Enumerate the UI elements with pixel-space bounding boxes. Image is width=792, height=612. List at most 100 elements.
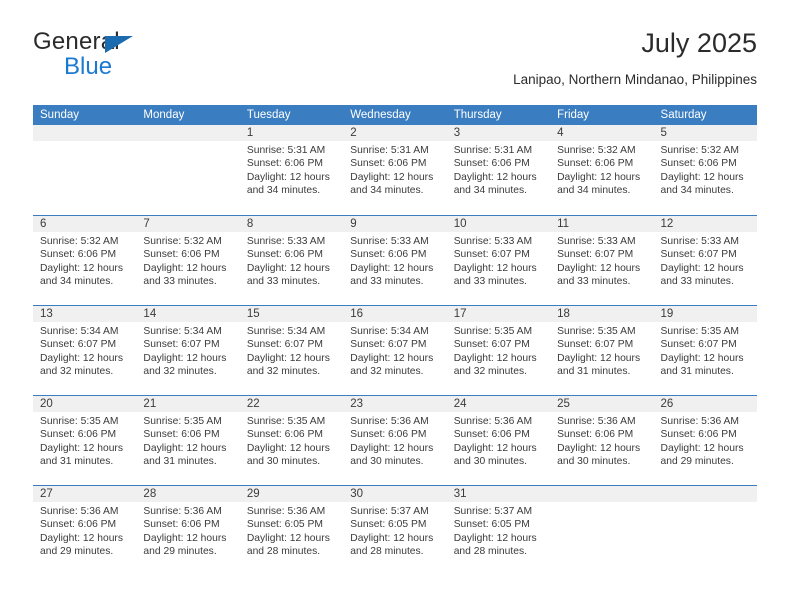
calendar-day-cell[interactable]: 9 Sunrise: 5:33 AM Sunset: 6:06 PM Daylight… — [343, 216, 447, 305]
day-number-band: 1 — [239, 125, 344, 141]
sunset-text: Sunset: 6:06 PM — [660, 429, 737, 441]
day-number-band: 14 — [136, 306, 240, 322]
weekday-header-row: Sunday Monday Tuesday Wednesday Thursday… — [33, 105, 757, 125]
daylight-text-line2: and 32 minutes. — [246, 366, 321, 378]
sunset-text: Sunset: 6:07 PM — [453, 339, 530, 351]
daylight-text-line2: and 31 minutes. — [143, 456, 217, 468]
calendar-day-cell[interactable]: 22 Sunrise: 5:35 AM Sunset: 6:06 PM Dayligh… — [239, 396, 344, 485]
daylight-text-line1: Daylight: 12 hours — [40, 532, 123, 544]
daylight-text-line1: Daylight: 12 hours — [350, 532, 434, 544]
sunrise-text: Sunrise: 5:33 AM — [246, 236, 326, 247]
day-detail-lines: Sunrise: 5:36 AM Sunset: 6:06 PM Daylight:… — [33, 502, 136, 559]
calendar-day-cell[interactable]: 4 Sunrise: 5:32 AM Sunset: 6:06 PM Daylight… — [550, 125, 654, 215]
day-number: 13 — [40, 308, 53, 320]
daylight-text-line2: and 31 minutes. — [40, 456, 114, 468]
day-detail-lines: Sunrise: 5:32 AM Sunset: 6:06 PM Daylight:… — [550, 141, 653, 198]
calendar-day-cell[interactable]: 5 Sunrise: 5:32 AM Sunset: 6:06 PM Daylight… — [653, 125, 757, 215]
day-detail-lines: Sunrise: 5:36 AM Sunset: 6:06 PM Daylight:… — [654, 412, 757, 469]
sunset-text: Sunset: 6:06 PM — [453, 158, 530, 170]
calendar-day-cell[interactable]: 16 Sunrise: 5:34 AM Sunset: 6:07 PM Dayligh… — [343, 306, 447, 395]
calendar-day-cell[interactable]: 20 Sunrise: 5:35 AM Sunset: 6:06 PM Dayligh… — [33, 396, 137, 485]
weekday-header-sunday: Sunday — [40, 109, 80, 121]
sunrise-text: Sunrise: 5:33 AM — [557, 236, 636, 247]
sunset-text: Sunset: 6:07 PM — [660, 249, 737, 261]
calendar-day-cell[interactable]: 25 Sunrise: 5:36 AM Sunset: 6:06 PM Dayligh… — [550, 396, 654, 485]
day-number: 8 — [246, 218, 254, 230]
calendar-day-cell[interactable]: 14 Sunrise: 5:34 AM Sunset: 6:07 PM Dayligh… — [136, 306, 240, 395]
day-number-band: 9 — [343, 216, 447, 232]
day-number-band: 25 — [550, 396, 654, 412]
day-number: 29 — [246, 488, 260, 500]
calendar-day-cell[interactable]: 27 Sunrise: 5:36 AM Sunset: 6:06 PM Dayligh… — [33, 486, 137, 575]
daylight-text-line1: Daylight: 12 hours — [660, 442, 744, 454]
calendar-day-cell[interactable]: 10 Sunrise: 5:33 AM Sunset: 6:07 PM Dayligh… — [446, 216, 551, 305]
sunset-text: Sunset: 6:07 PM — [246, 339, 323, 351]
daylight-text-line1: Daylight: 12 hours — [350, 262, 434, 274]
sunrise-text: Sunrise: 5:36 AM — [143, 506, 222, 517]
calendar-day-cell[interactable]: 12 Sunrise: 5:33 AM Sunset: 6:07 PM Dayligh… — [653, 216, 757, 305]
day-number: 9 — [350, 218, 357, 230]
day-number-band: 30 — [343, 486, 447, 502]
calendar-day-cell-empty — [33, 125, 137, 215]
calendar-day-cell[interactable]: 23 Sunrise: 5:36 AM Sunset: 6:06 PM Dayligh… — [343, 396, 447, 485]
weekday-header-tuesday: Tuesday — [246, 109, 291, 121]
calendar-day-cell[interactable]: 18 Sunrise: 5:35 AM Sunset: 6:07 PM Dayligh… — [550, 306, 654, 395]
calendar-day-cell[interactable]: 11 Sunrise: 5:33 AM Sunset: 6:07 PM Dayligh… — [550, 216, 654, 305]
sunrise-text: Sunrise: 5:35 AM — [40, 416, 119, 427]
day-number: 18 — [557, 308, 570, 320]
calendar-day-cell[interactable]: 7 Sunrise: 5:32 AM Sunset: 6:06 PM Daylight… — [136, 216, 240, 305]
daylight-text-line1: Daylight: 12 hours — [246, 442, 330, 454]
daylight-text-line1: Daylight: 12 hours — [660, 352, 744, 364]
calendar-day-cell[interactable]: 1 Sunrise: 5:31 AM Sunset: 6:06 PM Daylight… — [239, 125, 344, 215]
calendar-day-cell[interactable]: 24 Sunrise: 5:36 AM Sunset: 6:06 PM Dayligh… — [446, 396, 551, 485]
sunset-text: Sunset: 6:07 PM — [143, 339, 220, 351]
calendar-day-cell[interactable]: 21 Sunrise: 5:35 AM Sunset: 6:06 PM Dayligh… — [136, 396, 240, 485]
day-detail-lines: Sunrise: 5:33 AM Sunset: 6:07 PM Daylight:… — [550, 232, 653, 289]
calendar-day-cell[interactable]: 13 Sunrise: 5:34 AM Sunset: 6:07 PM Dayligh… — [33, 306, 137, 395]
weekday-header-friday: Friday — [557, 109, 590, 121]
calendar-page: General Blue July 2025 Lanipao, Northern… — [0, 0, 792, 612]
calendar-day-cell[interactable]: 2 Sunrise: 5:31 AM Sunset: 6:06 PM Daylight… — [343, 125, 447, 215]
weekday-header-thursday: Thursday — [453, 109, 502, 121]
day-detail-lines: Sunrise: 5:36 AM Sunset: 6:06 PM Daylight:… — [550, 412, 653, 469]
daylight-text-line1: Daylight: 12 hours — [660, 171, 744, 183]
day-number-band: 24 — [446, 396, 551, 412]
calendar-day-cell[interactable]: 29 Sunrise: 5:36 AM Sunset: 6:05 PM Dayligh… — [239, 486, 344, 575]
day-number-band — [136, 125, 240, 141]
calendar-day-cell[interactable]: 26 Sunrise: 5:36 AM Sunset: 6:06 PM Dayligh… — [653, 396, 757, 485]
calendar-day-cell[interactable]: 8 Sunrise: 5:33 AM Sunset: 6:06 PM Daylight… — [239, 216, 344, 305]
day-number-band: 19 — [653, 306, 757, 322]
calendar-day-cell[interactable]: 30 Sunrise: 5:37 AM Sunset: 6:05 PM Dayligh… — [343, 486, 447, 575]
calendar-week-row: 27 Sunrise: 5:36 AM Sunset: 6:06 PM Dayligh… — [33, 485, 757, 575]
day-number-band: 21 — [136, 396, 240, 412]
calendar-day-cell[interactable]: 3 Sunrise: 5:31 AM Sunset: 6:06 PM Daylight… — [446, 125, 551, 215]
daylight-text-line2: and 28 minutes. — [350, 546, 424, 558]
day-number: 31 — [453, 488, 467, 500]
calendar-day-cell[interactable]: 28 Sunrise: 5:36 AM Sunset: 6:06 PM Dayligh… — [136, 486, 240, 575]
day-number: 26 — [660, 398, 674, 410]
calendar-day-cell[interactable]: 6 Sunrise: 5:32 AM Sunset: 6:06 PM Daylight… — [33, 216, 137, 305]
day-detail-lines: Sunrise: 5:35 AM Sunset: 6:07 PM Daylight:… — [447, 322, 550, 379]
calendar-day-cell[interactable]: 31 Sunrise: 5:37 AM Sunset: 6:05 PM Dayligh… — [446, 486, 551, 575]
daylight-text-line1: Daylight: 12 hours — [350, 352, 434, 364]
daylight-text-line2: and 31 minutes. — [557, 366, 631, 378]
day-detail-lines: Sunrise: 5:35 AM Sunset: 6:07 PM Daylight:… — [550, 322, 653, 379]
sunrise-text: Sunrise: 5:31 AM — [350, 145, 429, 156]
daylight-text-line1: Daylight: 12 hours — [246, 532, 330, 544]
calendar-day-cell[interactable]: 17 Sunrise: 5:35 AM Sunset: 6:07 PM Dayligh… — [446, 306, 551, 395]
sunrise-text: Sunrise: 5:37 AM — [350, 506, 429, 517]
sunrise-text: Sunrise: 5:36 AM — [557, 416, 636, 427]
day-detail-lines: Sunrise: 5:33 AM Sunset: 6:07 PM Daylight:… — [654, 232, 757, 289]
calendar-day-cell[interactable]: 15 Sunrise: 5:34 AM Sunset: 6:07 PM Dayligh… — [239, 306, 344, 395]
day-number-band: 18 — [550, 306, 654, 322]
day-number-band: 2 — [343, 125, 447, 141]
day-number: 10 — [453, 218, 467, 230]
daylight-text-line2: and 34 minutes. — [40, 276, 114, 288]
calendar-day-cell-empty — [550, 486, 654, 575]
logo-triangle-icon — [105, 36, 133, 53]
day-number: 15 — [246, 308, 260, 320]
day-detail-lines: Sunrise: 5:35 AM Sunset: 6:06 PM Daylight:… — [136, 412, 239, 469]
calendar-day-cell[interactable]: 19 Sunrise: 5:35 AM Sunset: 6:07 PM Dayligh… — [653, 306, 757, 395]
day-number: 22 — [246, 398, 260, 410]
day-number-band: 3 — [446, 125, 551, 141]
